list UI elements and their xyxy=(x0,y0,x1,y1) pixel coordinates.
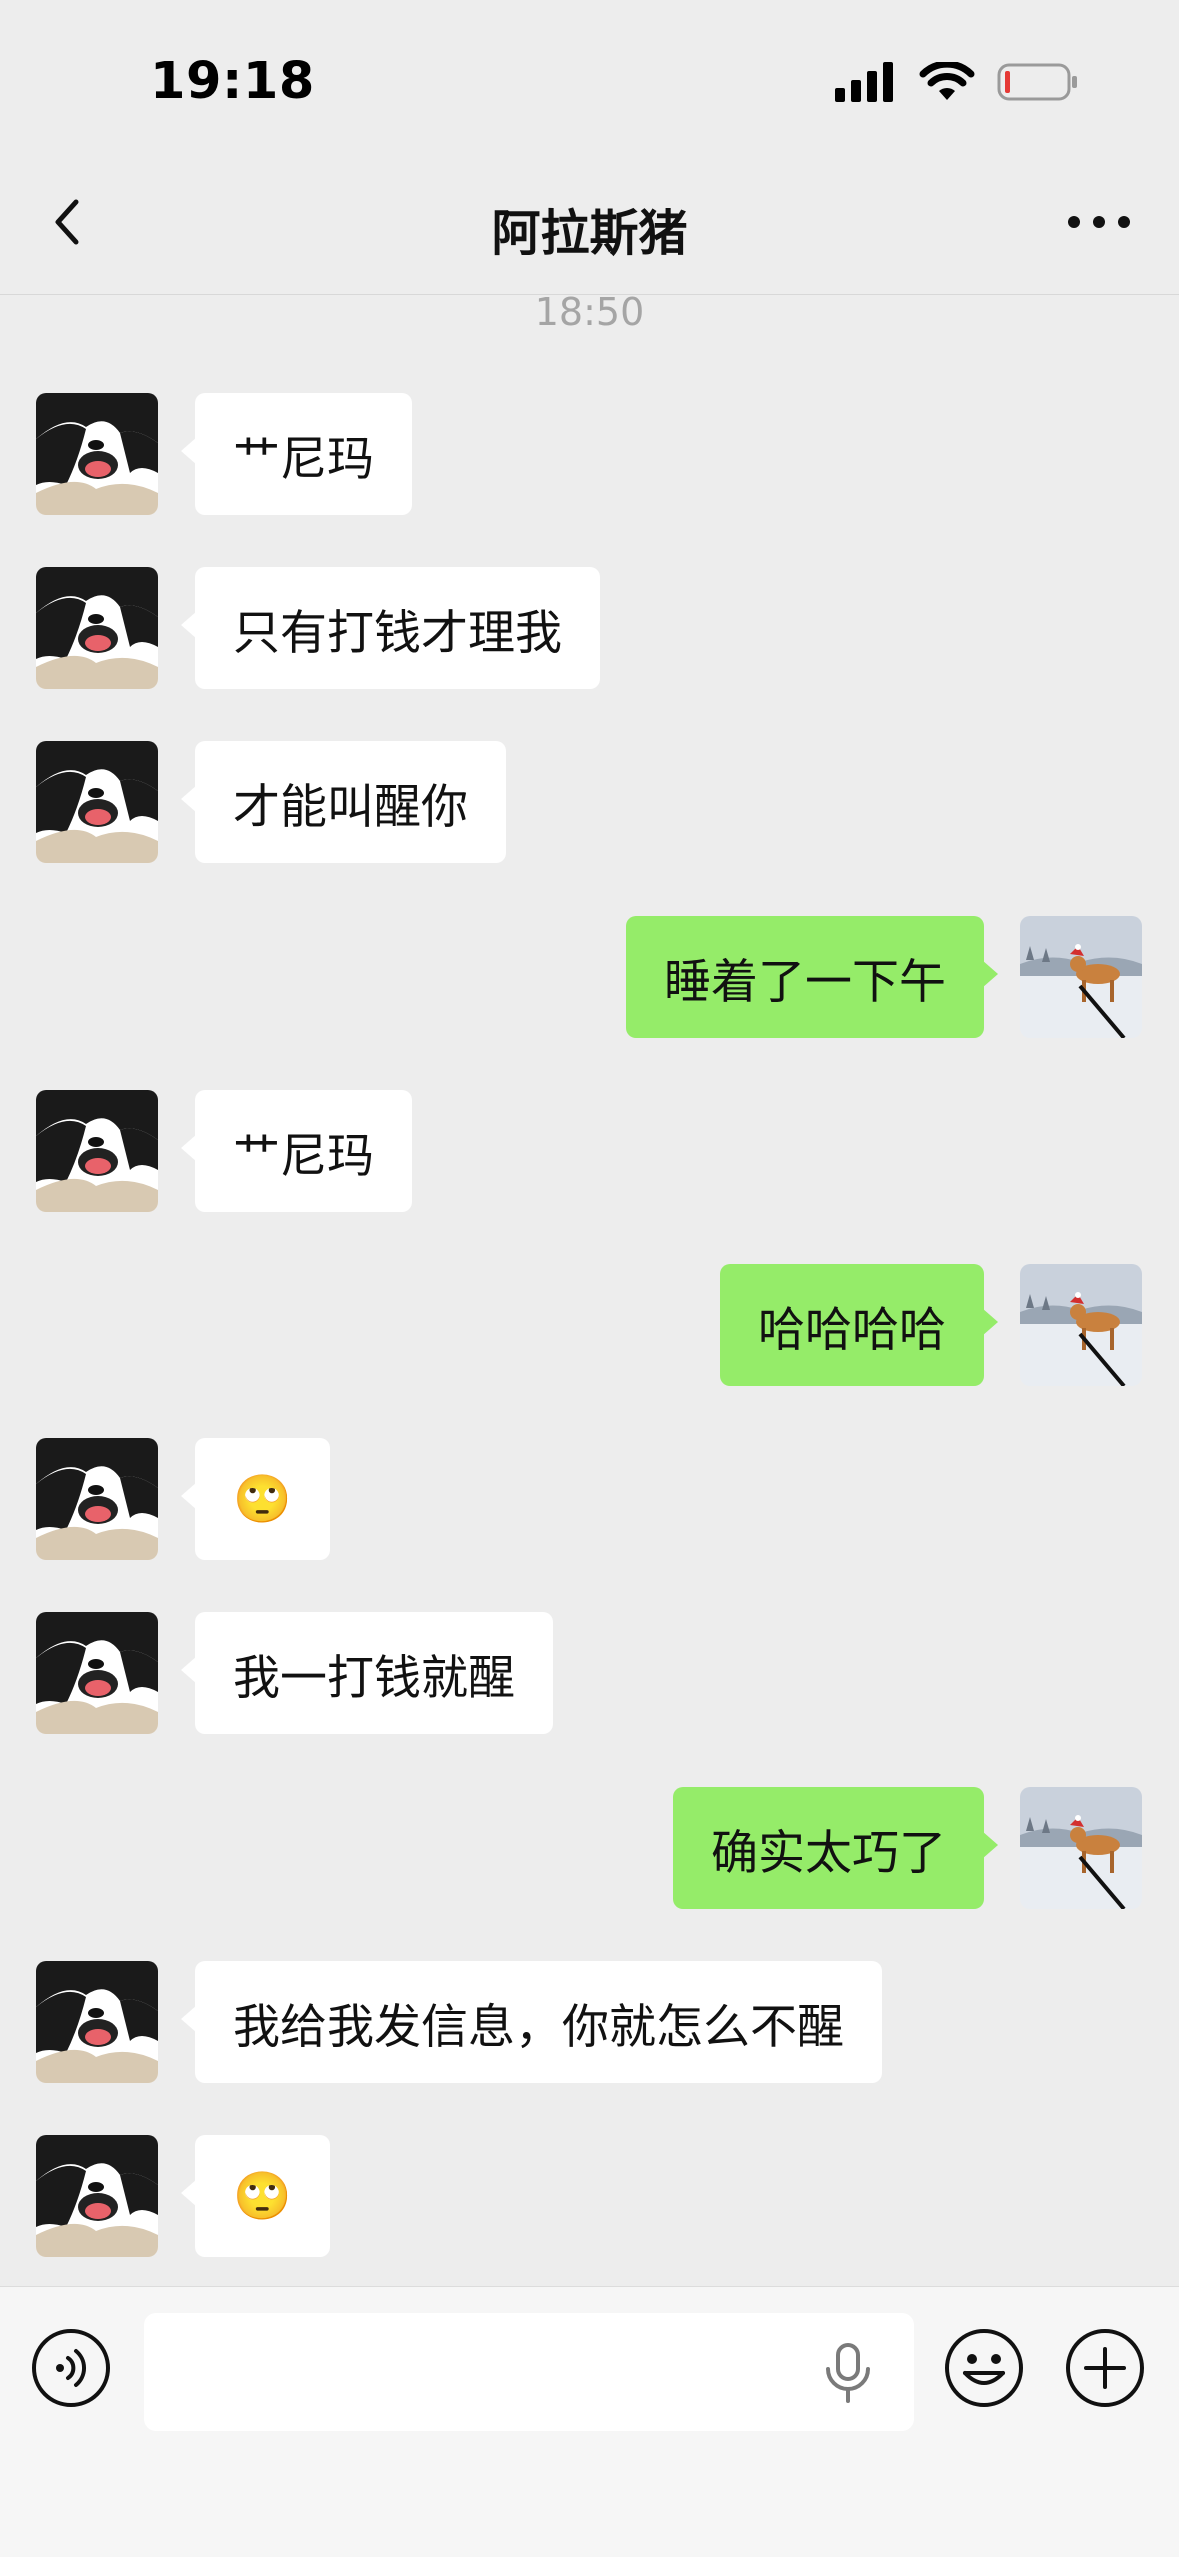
chat-header: 阿拉斯猪 xyxy=(0,150,1179,295)
contact-avatar[interactable] xyxy=(36,1961,158,2083)
status-time: 19:18 xyxy=(150,52,315,111)
message-bubble-incoming[interactable]: 我一打钱就醒 xyxy=(181,1612,553,1734)
message-bubble-incoming[interactable]: 才能叫醒你 xyxy=(181,741,506,863)
voice-icon[interactable] xyxy=(30,2327,112,2409)
status-icons xyxy=(835,62,1079,102)
signal-icon xyxy=(835,62,893,102)
message-bubble-incoming[interactable]: 🙄 xyxy=(181,2135,330,2257)
more-dots-icon[interactable] xyxy=(1059,192,1139,252)
message-bubble-incoming[interactable]: 我给我发信息，你就怎么不醒 xyxy=(181,1961,882,2083)
contact-avatar[interactable] xyxy=(36,741,158,863)
contact-avatar[interactable] xyxy=(36,1438,158,1560)
contact-avatar[interactable] xyxy=(36,2135,158,2257)
message-bubble-incoming[interactable]: 艹尼玛 xyxy=(181,1090,412,1212)
battery-icon xyxy=(997,63,1077,101)
message-bubble-incoming[interactable]: 只有打钱才理我 xyxy=(181,567,600,689)
contact-avatar[interactable] xyxy=(36,567,158,689)
contact-avatar[interactable] xyxy=(36,1090,158,1212)
contact-avatar[interactable] xyxy=(36,393,158,515)
microphone-icon[interactable] xyxy=(820,2343,876,2403)
chat-input-bar xyxy=(0,2286,1179,2557)
plus-icon[interactable] xyxy=(1064,2327,1146,2409)
emoji-icon[interactable] xyxy=(943,2327,1025,2409)
message-bubble-incoming[interactable]: 🙄 xyxy=(181,1438,330,1560)
wifi-icon xyxy=(919,62,975,100)
my-avatar[interactable] xyxy=(1020,916,1142,1038)
message-bubble-incoming[interactable]: 艹尼玛 xyxy=(181,393,412,515)
message-input[interactable] xyxy=(144,2313,914,2431)
message-bubble-outgoing[interactable]: 睡着了一下午 xyxy=(626,916,998,1038)
my-avatar[interactable] xyxy=(1020,1787,1142,1909)
message-bubble-outgoing[interactable]: 确实太巧了 xyxy=(673,1787,998,1909)
message-bubble-outgoing[interactable]: 哈哈哈哈 xyxy=(720,1264,998,1386)
chat-title: 阿拉斯猪 xyxy=(491,205,688,262)
my-avatar[interactable] xyxy=(1020,1264,1142,1386)
chat-timestamp: 18:50 xyxy=(534,290,645,334)
status-bar: 19:18 xyxy=(0,0,1179,150)
contact-avatar[interactable] xyxy=(36,1612,158,1734)
